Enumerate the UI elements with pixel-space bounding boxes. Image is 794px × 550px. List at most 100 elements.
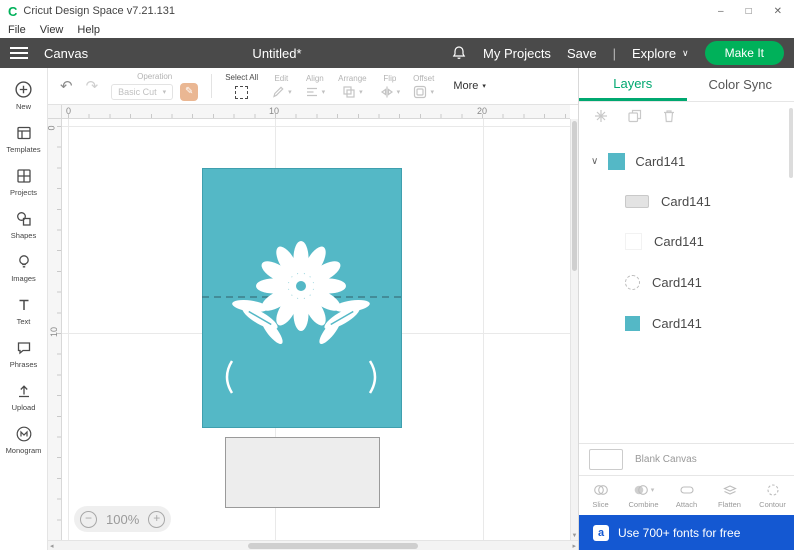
chevron-down-icon: ▾ (321, 88, 326, 96)
more-label: More (453, 80, 479, 92)
align-icon[interactable] (305, 85, 319, 99)
select-all-group[interactable]: Select All (225, 73, 258, 99)
zoom-level: 100% (106, 511, 140, 527)
more-menu[interactable]: More ▾ (453, 80, 486, 92)
chevron-expanded-icon[interactable]: ∨ (591, 156, 598, 167)
arrange-icon[interactable] (342, 85, 356, 99)
menu-file[interactable]: File (8, 24, 26, 36)
notifications-bell-icon[interactable] (451, 45, 467, 61)
fonts-promo-banner[interactable]: a Use 700+ fonts for free (579, 515, 794, 550)
sidebar-item-phrases[interactable]: Phrases (0, 339, 47, 369)
layer-row[interactable]: Card141 (579, 184, 794, 218)
horizontal-ruler: 0 10 20 (62, 105, 570, 119)
undo-button[interactable]: ↶ (60, 77, 73, 95)
blank-canvas-swatch[interactable] (589, 449, 623, 470)
contour-button[interactable]: Contour (751, 476, 794, 515)
sidebar-item-monogram[interactable]: Monogram (0, 425, 47, 455)
layer-name: Card141 (654, 233, 704, 249)
save-link[interactable]: Save (567, 46, 597, 61)
grid-line (483, 119, 484, 540)
arrange-group[interactable]: Arrange ▾ (338, 74, 367, 99)
design-workspace[interactable]: − 100% + (62, 119, 570, 540)
chevron-down-icon: ∨ (682, 47, 689, 58)
layer-row[interactable]: Card141 (579, 224, 794, 258)
sidebar-item-shapes[interactable]: Shapes (0, 210, 47, 240)
vertical-scrollbar[interactable]: ▼ (570, 119, 578, 540)
color-swatch-button[interactable]: ✎ (180, 82, 199, 101)
scroll-left-arrow-icon[interactable]: ◂ (50, 542, 54, 550)
minimize-button[interactable]: – (718, 6, 724, 17)
zoom-control: − 100% + (74, 506, 172, 532)
flip-group[interactable]: Flip ▾ (380, 74, 401, 99)
menu-help[interactable]: Help (77, 24, 100, 36)
make-it-button[interactable]: Make It (704, 41, 784, 65)
sidebar-item-upload[interactable]: Upload (0, 382, 47, 412)
scroll-right-arrow-icon[interactable]: ▸ (572, 542, 576, 550)
chevron-down-icon: ▾ (396, 88, 401, 96)
operation-dropdown[interactable]: Basic Cut ▾ (111, 83, 174, 100)
sidebar-item-images[interactable]: Images (0, 253, 47, 283)
flower-center-dot (296, 281, 306, 291)
edit-label: Edit (274, 73, 289, 83)
action-label: Combine (628, 500, 659, 509)
tab-layers[interactable]: Layers (579, 68, 687, 101)
sidebar-item-text[interactable]: Text (0, 296, 47, 326)
edit-group[interactable]: Edit ▾ (271, 74, 292, 99)
sidebar-item-new[interactable]: New (0, 80, 47, 111)
rectangle-design-object[interactable] (225, 437, 380, 508)
horizontal-scrollbar[interactable]: ◂ ▸ (48, 540, 578, 550)
flatten-icon (722, 485, 737, 495)
hamburger-menu-icon[interactable] (10, 47, 28, 59)
offset-label: Offset (413, 73, 435, 83)
menu-view[interactable]: View (40, 24, 64, 36)
sidebar-label: Shapes (10, 231, 37, 240)
flatten-button[interactable]: Flatten (708, 476, 751, 515)
chevron-down-icon: ▾ (430, 88, 434, 96)
canvas-nav-label[interactable]: Canvas (44, 46, 88, 61)
blank-canvas-row[interactable]: Blank Canvas (579, 444, 794, 475)
select-all-icon[interactable] (235, 86, 249, 99)
action-label: Slice (592, 500, 609, 509)
sidebar-label: Monogram (5, 446, 42, 455)
group-icon[interactable] (593, 108, 609, 124)
layer-row[interactable]: Card141 (579, 265, 794, 299)
card-design-object[interactable] (202, 168, 402, 428)
layer-row[interactable]: Card141 (579, 306, 794, 340)
sidebar-label: Upload (11, 403, 36, 412)
scrollbar-thumb[interactable] (572, 121, 577, 271)
duplicate-icon[interactable] (627, 108, 643, 124)
edit-toolbar: ↶ ↷ Operation Basic Cut ▾ ✎ Select All E… (48, 68, 578, 105)
attach-button[interactable]: Attach (665, 476, 708, 515)
grid-line (68, 119, 69, 540)
redo-button[interactable]: ↷ (86, 77, 99, 95)
my-projects-link[interactable]: My Projects (483, 46, 551, 61)
scroll-down-arrow-icon[interactable]: ▼ (571, 533, 578, 539)
offset-icon[interactable] (413, 85, 427, 99)
flip-icon[interactable] (380, 85, 394, 99)
delete-trash-icon[interactable] (661, 108, 677, 124)
align-group[interactable]: Align ▾ (305, 74, 326, 99)
fonts-promo-text: Use 700+ fonts for free (618, 525, 741, 540)
layer-actions-bar: Slice ▾ Combine Attach Flatten Contour (579, 475, 794, 515)
sidebar-item-projects[interactable]: Projects (0, 167, 47, 197)
maximize-button[interactable]: □ (746, 6, 752, 17)
slice-button[interactable]: Slice (579, 476, 622, 515)
tab-color-sync[interactable]: Color Sync (687, 68, 794, 101)
layer-name: Card141 (661, 193, 711, 209)
sidebar-item-templates[interactable]: Templates (0, 124, 47, 154)
close-button[interactable]: ✕ (774, 6, 782, 17)
edit-pencil-icon[interactable] (271, 85, 285, 99)
zoom-out-button[interactable]: − (80, 510, 97, 528)
action-label: Contour (759, 500, 786, 509)
action-label: Attach (675, 500, 698, 509)
sidebar-label: Images (11, 274, 36, 283)
layer-group-row[interactable]: ∨ Card141 (579, 144, 794, 178)
scrollbar-thumb[interactable] (248, 543, 418, 549)
zoom-in-button[interactable]: + (148, 510, 166, 528)
sidebar-label: Projects (9, 188, 38, 197)
explore-menu[interactable]: Explore ∨ (632, 46, 689, 61)
combine-button[interactable]: ▾ Combine (622, 476, 665, 515)
contour-icon (766, 484, 779, 496)
document-title[interactable]: Untitled* (252, 46, 301, 61)
offset-group[interactable]: Offset ▾ (413, 74, 434, 99)
